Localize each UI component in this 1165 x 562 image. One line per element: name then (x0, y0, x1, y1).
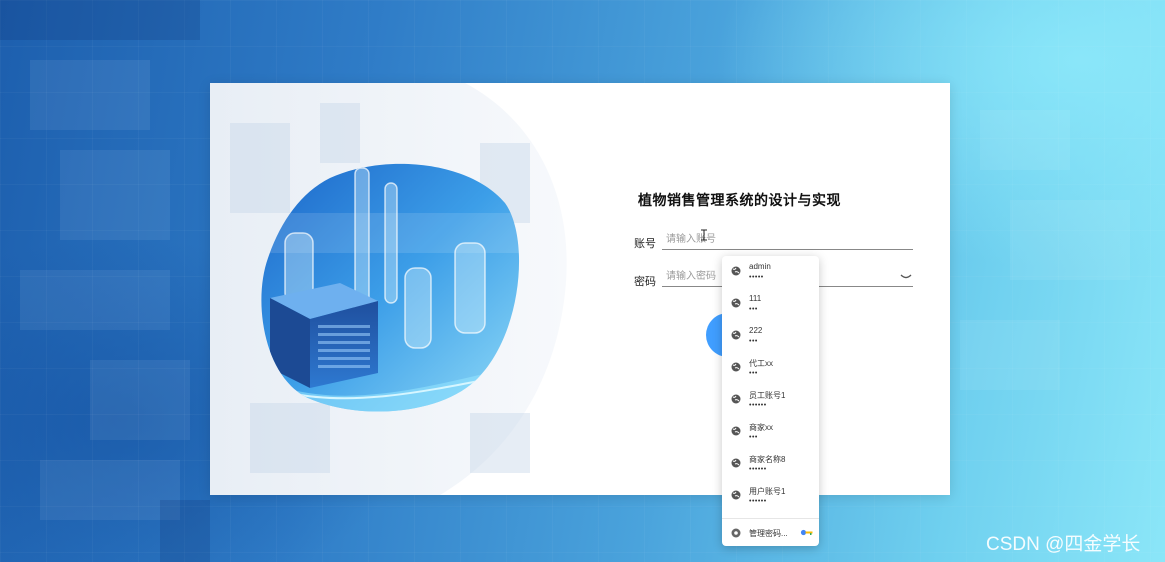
globe-icon (731, 330, 741, 340)
lab-illustration (210, 83, 567, 495)
autofill-item[interactable]: 员工账号1 •••••• (722, 384, 819, 416)
autofill-item[interactable]: 111 ••• (722, 288, 819, 320)
autofill-item[interactable]: 商家名称8 •••••• (722, 448, 819, 480)
globe-icon (731, 426, 741, 436)
autofill-password: •••••• (749, 466, 767, 473)
autofill-username: 222 (749, 326, 763, 335)
autofill-item[interactable]: 222 ••• (722, 320, 819, 352)
eye-icon[interactable] (900, 273, 912, 281)
password-label: 密码 (634, 276, 656, 288)
text-cursor-icon (701, 229, 707, 241)
globe-icon (731, 490, 741, 500)
autofill-password: ••• (749, 338, 758, 345)
globe-icon (731, 266, 741, 276)
autofill-password: •••••• (749, 402, 767, 409)
autofill-username: 用户账号1 (749, 487, 786, 496)
password-autofill-dropdown: admin ••••• 111 ••• 222 ••• 代工xx ••• 员工账… (722, 256, 819, 546)
autofill-username: 员工账号1 (749, 391, 786, 400)
watermark: CSDN @四金学长 (986, 534, 1141, 555)
autofill-password: •••••• (749, 498, 767, 505)
autofill-password: ••• (749, 370, 758, 377)
manage-passwords-label: 管理密码... (749, 529, 788, 538)
login-card: 植物销售管理系统的设计与实现 账号 密码 (210, 83, 950, 495)
key-icon (800, 529, 813, 536)
autofill-password: ••••• (749, 274, 764, 281)
manage-passwords-item[interactable]: 管理密码... (722, 519, 819, 546)
autofill-item[interactable]: admin ••••• (722, 256, 819, 288)
globe-icon (731, 458, 741, 468)
account-label: 账号 (634, 238, 656, 250)
autofill-password: ••• (749, 306, 758, 313)
autofill-username: 111 (749, 294, 762, 303)
globe-icon (731, 362, 741, 372)
autofill-username: 商家xx (749, 423, 773, 432)
chrome-icon (731, 528, 741, 538)
globe-icon (731, 298, 741, 308)
autofill-item[interactable]: 商家xx ••• (722, 416, 819, 448)
autofill-item[interactable]: 代工xx ••• (722, 352, 819, 384)
autofill-username: 代工xx (749, 359, 773, 368)
login-title: 植物销售管理系统的设计与实现 (638, 192, 841, 208)
autofill-username: 商家名称8 (749, 455, 786, 464)
autofill-username: admin (749, 262, 771, 271)
globe-icon (731, 394, 741, 404)
autofill-item[interactable]: 用户账号1 •••••• (722, 480, 819, 512)
autofill-password: ••• (749, 434, 758, 441)
